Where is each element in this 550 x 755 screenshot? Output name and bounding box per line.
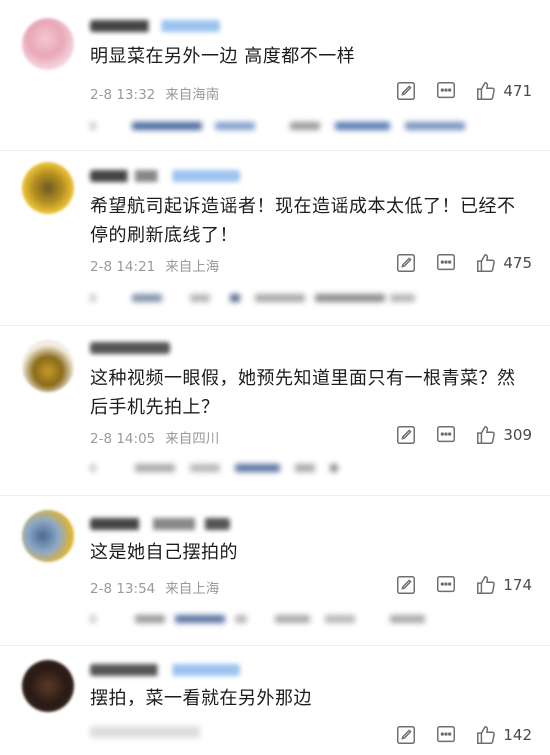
thumbs-up-icon xyxy=(475,724,497,746)
like-button[interactable]: 309 xyxy=(475,424,532,446)
like-count: 174 xyxy=(503,576,532,594)
reply-preview-blurred[interactable] xyxy=(90,122,510,136)
divider xyxy=(0,495,550,496)
comment-actions: 475 xyxy=(395,250,532,276)
comment-text: 这种视频一眼假，她预先知道里面只有一根青菜？然后手机先拍上？ xyxy=(90,368,516,418)
username-blurred[interactable] xyxy=(90,20,220,32)
username-blurred[interactable] xyxy=(90,518,230,530)
thumbs-up-icon xyxy=(475,252,497,274)
comment-actions: 142 xyxy=(395,722,532,748)
like-count: 142 xyxy=(503,726,532,744)
like-count: 471 xyxy=(503,82,532,100)
username-blurred[interactable] xyxy=(90,170,240,182)
comment-meta: 2-8 14:05 来自四川 xyxy=(90,427,219,447)
like-button[interactable]: 471 xyxy=(475,80,532,102)
username-blurred[interactable] xyxy=(90,342,170,354)
comment-meta: 2-8 13:32 来自海南 xyxy=(90,83,219,103)
comment-icon[interactable] xyxy=(435,424,457,446)
avatar[interactable] xyxy=(22,660,74,712)
like-button[interactable]: 475 xyxy=(475,252,532,274)
reply-preview-blurred[interactable] xyxy=(90,615,510,629)
comment-icon[interactable] xyxy=(435,252,457,274)
comment-meta: 2-8 13:54 来自上海 xyxy=(90,577,219,597)
edit-icon[interactable] xyxy=(395,80,417,102)
comment-time: 2-8 14:05 xyxy=(90,431,156,447)
divider xyxy=(0,645,550,646)
comment-text: 这是她自己摆拍的 xyxy=(90,542,238,563)
avatar[interactable] xyxy=(22,162,74,214)
comment-text: 摆拍，菜一看就在另外那边 xyxy=(90,688,312,709)
comment-icon[interactable] xyxy=(435,80,457,102)
thumbs-up-icon xyxy=(475,424,497,446)
comment-icon[interactable] xyxy=(435,574,457,596)
avatar[interactable] xyxy=(22,510,74,562)
comment-location: 来自上海 xyxy=(165,581,220,597)
divider xyxy=(0,150,550,151)
reply-preview-blurred[interactable] xyxy=(90,464,510,478)
avatar[interactable] xyxy=(22,18,74,70)
comment-meta: 2-8 14:21 来自上海 xyxy=(90,255,219,275)
like-button[interactable]: 142 xyxy=(475,724,532,746)
comment-actions: 309 xyxy=(395,422,532,448)
comment-location: 来自四川 xyxy=(165,431,220,447)
comment-time: 2-8 13:32 xyxy=(90,87,156,103)
comment-text: 明显菜在另外一边 高度都不一样 xyxy=(90,46,356,67)
comment-actions: 471 xyxy=(395,78,532,104)
reply-preview-blurred[interactable] xyxy=(90,294,510,308)
thumbs-up-icon xyxy=(475,574,497,596)
thumbs-up-icon xyxy=(475,80,497,102)
like-count: 309 xyxy=(503,426,532,444)
meta-blurred xyxy=(90,726,200,740)
comment-actions: 174 xyxy=(395,572,532,598)
comment-location: 来自上海 xyxy=(165,259,220,275)
edit-icon[interactable] xyxy=(395,424,417,446)
username-blurred[interactable] xyxy=(90,664,240,676)
comment-icon[interactable] xyxy=(435,724,457,746)
comment-text: 希望航司起诉造谣者！现在造谣成本太低了！已经不停的刷新底线了！ xyxy=(90,196,516,246)
divider xyxy=(0,325,550,326)
edit-icon[interactable] xyxy=(395,574,417,596)
comment-location: 来自海南 xyxy=(165,87,220,103)
avatar[interactable] xyxy=(22,340,74,392)
like-count: 475 xyxy=(503,254,532,272)
like-button[interactable]: 174 xyxy=(475,574,532,596)
edit-icon[interactable] xyxy=(395,724,417,746)
comment-time: 2-8 14:21 xyxy=(90,259,156,275)
comment-time: 2-8 13:54 xyxy=(90,581,156,597)
edit-icon[interactable] xyxy=(395,252,417,274)
